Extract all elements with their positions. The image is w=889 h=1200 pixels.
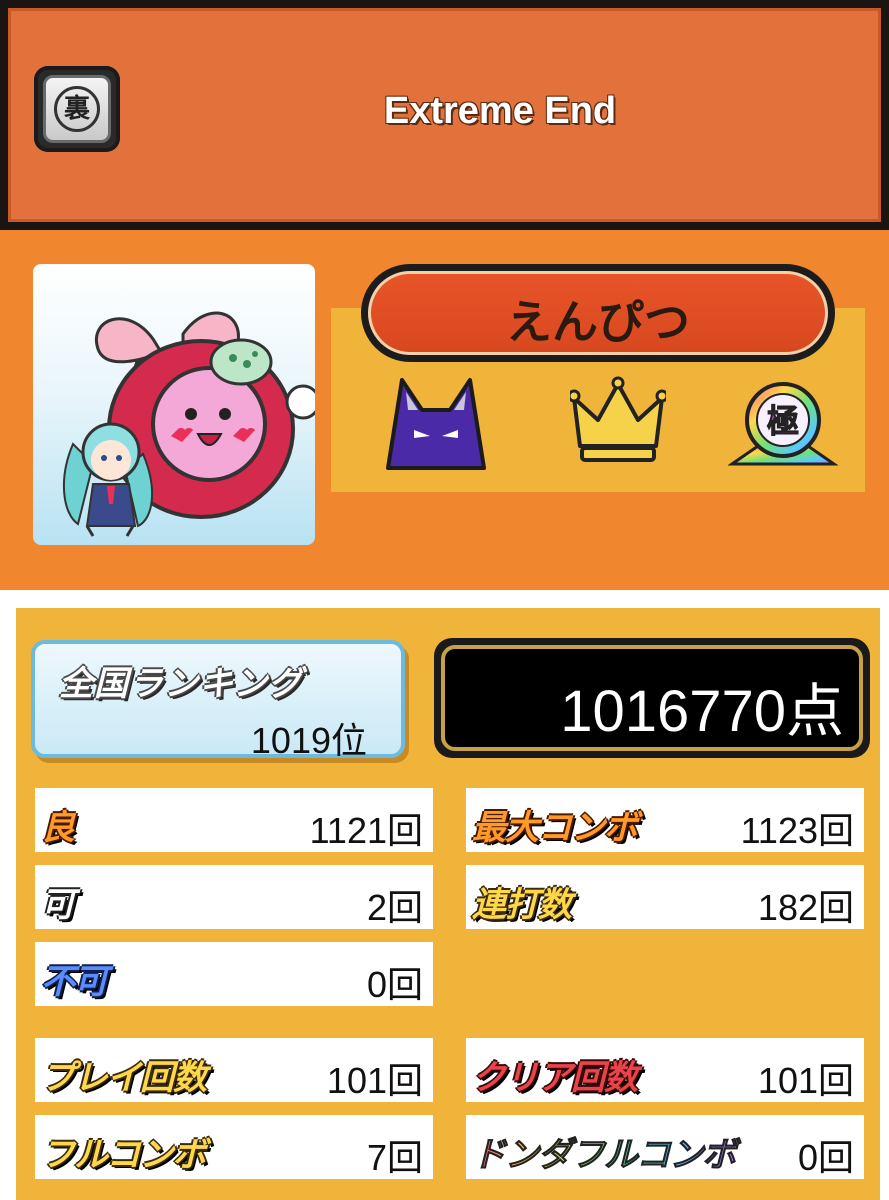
stat-full-combo-label: フルコンボ xyxy=(41,1136,206,1174)
score-value: 1016770点 xyxy=(560,679,844,744)
stat-max-combo-value: 1123回 xyxy=(740,810,854,851)
stat-bad-value: 0回 xyxy=(366,964,423,1005)
stat-clear-count-value: 101回 xyxy=(757,1060,854,1101)
stat-play-count: プレイ回数 101回 xyxy=(35,1038,433,1102)
song-title: Extreme End xyxy=(383,90,617,132)
stat-donderful-combo-label: ドンダフルコンボ xyxy=(471,1127,736,1176)
stat-bad: 不可 0回 xyxy=(35,942,433,1006)
stat-drumroll-value: 182回 xyxy=(757,887,854,928)
score-box: 1016770点 xyxy=(434,638,870,758)
stat-full-combo: フルコンボ 7回 xyxy=(35,1115,433,1179)
ura-glyph: 裏 xyxy=(54,86,100,132)
oni-difficulty-icon xyxy=(386,378,486,470)
kiwami-glyph: 極 xyxy=(767,402,799,440)
stat-ok: 可 2回 xyxy=(35,865,433,929)
player-avatar[interactable] xyxy=(33,264,315,545)
stat-good-value: 1121回 xyxy=(309,810,423,851)
stat-good-label: 良 xyxy=(41,809,75,847)
ranking-value: 1019位 xyxy=(250,720,367,761)
stat-max-combo: 最大コンボ 1123回 xyxy=(466,788,864,852)
stat-full-combo-value: 7回 xyxy=(366,1137,423,1178)
national-ranking-box[interactable]: 全国ランキング 1019位 xyxy=(31,640,405,761)
stat-play-count-label: プレイ回数 xyxy=(41,1059,207,1097)
stat-drumroll-label: 連打数 xyxy=(472,886,572,924)
player-name: えんぴつ xyxy=(506,296,690,348)
ranking-label: 全国ランキング xyxy=(59,665,303,703)
stat-play-count-value: 101回 xyxy=(326,1060,423,1101)
stat-ok-value: 2回 xyxy=(366,887,423,928)
stat-clear-count-label: クリア回数 xyxy=(472,1059,638,1097)
stat-donderful-combo-value: 0回 xyxy=(797,1137,854,1178)
avatar-illustration xyxy=(62,311,315,537)
stat-clear-count: クリア回数 101回 xyxy=(466,1038,864,1102)
stat-bad-label: 不可 xyxy=(41,963,108,1001)
kiwami-rank-icon: 極 xyxy=(728,382,838,466)
stat-good: 良 1121回 xyxy=(35,788,433,852)
stat-drumroll: 連打数 182回 xyxy=(466,865,864,929)
ura-difficulty-icon: 裏 xyxy=(34,66,120,152)
gold-crown-icon xyxy=(570,376,666,462)
stat-max-combo-label: 最大コンボ xyxy=(472,809,638,847)
stat-ok-label: 可 xyxy=(41,886,75,924)
player-name-plate: えんぴつ xyxy=(361,264,835,362)
stat-donderful-combo: ドンダフルコンボ 0回 xyxy=(466,1115,864,1179)
